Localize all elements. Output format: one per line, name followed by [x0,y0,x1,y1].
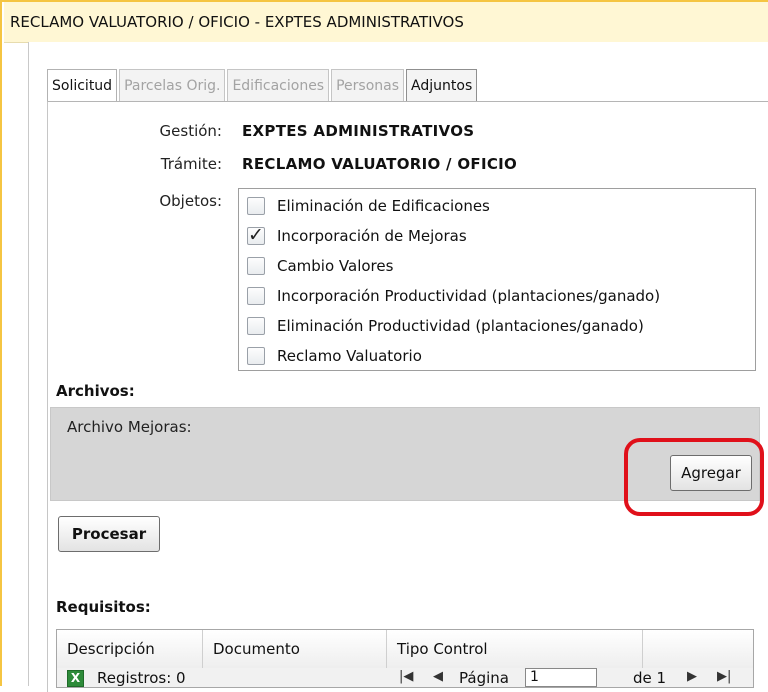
objeto-label: Cambio Valores [277,257,394,275]
tab-solicitud[interactable]: Solicitud [47,69,118,103]
objeto-item[interactable]: Eliminación de Edificaciones [247,193,490,219]
objeto-item[interactable]: Reclamo Valuatorio [247,343,422,369]
objeto-label: Eliminación de Edificaciones [277,197,490,215]
procesar-button[interactable]: Procesar [58,516,160,552]
column-documento[interactable]: Documento [203,630,387,668]
checkbox-reclamo-valuatorio[interactable] [247,347,265,365]
tramite-label: Trámite: [160,155,222,173]
gestion-value: EXPTES ADMINISTRATIVOS [242,122,475,140]
archivos-title: Archivos: [56,382,135,400]
window-title: RECLAMO VALUATORIO / OFICIO - EXPTES ADM… [4,2,768,43]
excel-export-icon[interactable]: X [67,670,84,687]
prev-page-icon[interactable]: ◀ [433,669,443,684]
checkmark-icon: ✓ [248,224,264,246]
grid-header: Descripción Documento Tipo Control [57,630,753,669]
objetos-label: Objetos: [159,192,222,210]
page-number-input[interactable]: 1 [525,668,597,687]
checkbox-incorporacion-productividad[interactable] [247,287,265,305]
pagina-label: Página [459,669,509,687]
column-descripcion[interactable]: Descripción [57,630,203,668]
archivo-mejoras-panel: Archivo Mejoras: [50,407,760,501]
objeto-item[interactable]: Eliminación Productividad (plantaciones/… [247,313,644,339]
objeto-label: Reclamo Valuatorio [277,347,422,365]
grid-footer: X Registros: 0 |◀ ◀ Página 1 de 1 ▶ ▶| [57,668,753,687]
objeto-item[interactable]: Cambio Valores [247,253,393,279]
objeto-label: Eliminación Productividad (plantaciones/… [277,317,644,335]
column-tipo-control[interactable]: Tipo Control [387,630,643,668]
requisitos-title: Requisitos: [56,598,151,616]
gestion-label: Gestión: [159,122,222,140]
requisitos-grid: Descripción Documento Tipo Control X Reg… [56,629,754,688]
tab-strip: Solicitud Parcelas Orig. Edificaciones P… [47,69,478,103]
objetos-list: Eliminación de Edificaciones ✓ Incorpora… [238,188,756,371]
tab-adjuntos[interactable]: Adjuntos [406,69,478,101]
checkbox-incorporacion-mejoras[interactable]: ✓ [247,224,265,246]
checkbox-eliminacion-edificaciones[interactable] [247,197,265,215]
archivo-mejoras-label: Archivo Mejoras: [67,418,192,436]
checkbox-cambio-valores[interactable] [247,257,265,275]
agregar-button[interactable]: Agregar [670,455,752,491]
app-window: RECLAMO VALUATORIO / OFICIO - EXPTES ADM… [0,0,768,692]
objeto-label: Incorporación de Mejoras [277,227,467,245]
registros-count: Registros: 0 [97,669,186,687]
first-page-icon[interactable]: |◀ [399,669,413,684]
tab-personas[interactable]: Personas [331,69,405,101]
tab-parcelas-orig[interactable]: Parcelas Orig. [119,69,226,101]
tramite-value: RECLAMO VALUATORIO / OFICIO [242,155,518,173]
page-total-label: de 1 [633,669,667,687]
objeto-item[interactable]: Incorporación Productividad (plantacione… [247,283,660,309]
objeto-item[interactable]: ✓ Incorporación de Mejoras [247,223,467,249]
checkbox-eliminacion-productividad[interactable] [247,317,265,335]
objeto-label: Incorporación Productividad (plantacione… [277,287,661,305]
next-page-icon[interactable]: ▶ [687,669,697,684]
last-page-icon[interactable]: ▶| [717,669,731,684]
tab-edificaciones[interactable]: Edificaciones [227,69,330,101]
